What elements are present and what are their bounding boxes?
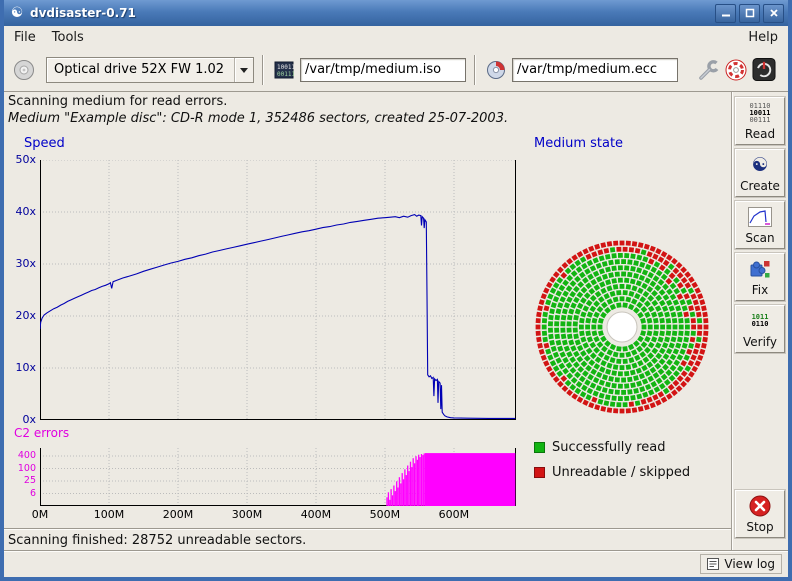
minimize-icon [721,8,731,18]
stop-icon [736,493,784,519]
speed-tick-label: 30x [4,257,36,270]
c2-tick-label: 400 [4,450,36,461]
verify-label: Verify [736,335,784,349]
action-sidebar: 01110 10011 00111 Read ☯ Create Scan [731,92,788,550]
x-tick-label: 100M [89,508,129,521]
x-tick-label: 300M [227,508,267,521]
read-button[interactable]: 01110 10011 00111 Read [735,97,785,145]
iso-file-icon: 1001100111 [272,58,296,82]
x-tick-label: 0M [20,508,60,521]
app-icon: ☯ [8,5,26,21]
toolbar: Optical drive 52X FW 1.02 1001100111 [4,48,788,92]
legend-unreadable-label: Unreadable / skipped [552,465,690,480]
status-line-1: Scanning medium for read errors. [8,94,227,109]
menu-tools[interactable]: Tools [44,28,92,47]
drive-selector[interactable]: Optical drive 52X FW 1.02 [46,57,254,83]
log-icon [707,558,719,570]
stop-label: Stop [736,520,784,534]
menu-help[interactable]: Help [740,28,786,47]
puzzle-icon [736,256,784,282]
scan-button[interactable]: Scan [735,201,785,249]
x-tick-label: 500M [365,508,405,521]
menubar: File Tools Help [4,26,788,48]
titlebar[interactable]: ☯ dvdisaster-0.71 [4,0,788,26]
separator [4,528,731,530]
speed-tick-label: 10x [4,361,36,374]
dvdisaster-logo-button[interactable] [724,58,748,82]
power-icon [752,57,776,82]
finished-status: Scanning finished: 28752 unreadable sect… [8,533,306,548]
read-label: Read [736,127,784,141]
yin-yang-icon: ☯ [736,152,784,178]
toolbar-separator [262,55,264,85]
wrench-icon [696,58,720,82]
maximize-icon [745,8,755,18]
minimize-button[interactable] [715,4,736,23]
speed-tick-label: 50x [4,153,36,166]
status-line-2: Medium "Example disc": CD-R mode 1, 3524… [8,111,508,126]
speed-chart-title: Speed [24,136,65,151]
medium-state-disc [527,232,717,422]
window-controls [712,4,784,23]
toolbar-separator [474,55,476,85]
quit-button[interactable] [752,58,776,82]
drive-selector-arrow [234,58,253,82]
x-tick-label: 400M [296,508,336,521]
verify-button[interactable]: 1011 0110 Verify [735,305,785,353]
speed-chart [40,160,516,420]
svg-text:00111: 00111 [277,71,294,78]
legend-unreadable: Unreadable / skipped [534,465,690,480]
verify-binary-icon: 1011 0110 [736,308,784,334]
scan-chart-icon [736,204,784,230]
medium-state-title: Medium state [534,136,623,151]
speed-tick-label: 0x [4,413,36,426]
fix-label: Fix [736,283,784,297]
preferences-wrench-button[interactable] [696,58,720,82]
create-label: Create [736,179,784,193]
close-button[interactable] [763,4,784,23]
close-icon [769,8,779,18]
ecc-file-icon [484,58,508,82]
dvdisaster-logo-icon [724,58,748,82]
fix-button[interactable]: Fix [735,253,785,301]
c2-tick-label: 100 [4,463,36,474]
scan-label: Scan [736,231,784,245]
legend-success: Successfully read [534,440,665,455]
stop-button[interactable]: Stop [735,490,785,538]
menu-file[interactable]: File [6,28,44,47]
main-area: Scanning medium for read errors. Medium … [4,92,788,550]
c2-tick-label: 25 [4,475,36,486]
drive-selector-value: Optical drive 52X FW 1.02 [54,62,224,77]
x-tick-label: 600M [434,508,474,521]
create-button[interactable]: ☯ Create [735,149,785,197]
view-log-label: View log [724,557,775,571]
maximize-button[interactable] [739,4,760,23]
unreadable-swatch [534,467,545,478]
x-tick-label: 200M [158,508,198,521]
scan-results-panel: Scanning medium for read errors. Medium … [4,92,731,550]
success-swatch [534,442,545,453]
view-log-button[interactable]: View log [700,554,782,574]
speed-tick-label: 40x [4,205,36,218]
footer-bar: View log [4,550,788,577]
window-title: dvdisaster-0.71 [30,6,136,20]
c2-tick-label: 6 [4,488,36,499]
c2-errors-chart [40,448,516,506]
drive-icon [12,58,36,82]
read-binary-icon: 01110 10011 00111 [736,100,784,126]
iso-path-input[interactable] [300,58,466,82]
legend-success-label: Successfully read [552,440,665,455]
chevron-down-icon [240,68,248,77]
svg-text:10011: 10011 [277,64,294,71]
ecc-path-input[interactable] [512,58,678,82]
c2-errors-title: C2 errors [14,426,69,440]
app-window: ☯ dvdisaster-0.71 File Tools Help Optica… [0,0,792,581]
speed-tick-label: 20x [4,309,36,322]
